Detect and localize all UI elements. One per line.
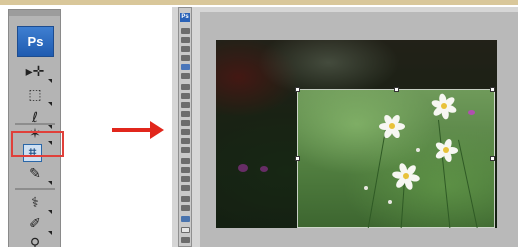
crop-handle-top-left[interactable] xyxy=(295,87,300,92)
crop-handle-left[interactable] xyxy=(295,156,300,161)
pen-tool-icon[interactable] xyxy=(181,158,190,164)
top-strip xyxy=(0,0,518,5)
tool-separator xyxy=(15,188,55,190)
flower-stem xyxy=(400,180,405,228)
marquee-tool-icon[interactable]: ⬚ xyxy=(21,83,52,107)
flower-stem xyxy=(458,139,478,228)
eyedropper-tool-icon[interactable] xyxy=(181,73,190,79)
clone-stamp-tool-icon[interactable] xyxy=(181,102,190,108)
photo-canvas[interactable] xyxy=(216,40,497,228)
ps-logo: Ps xyxy=(17,26,54,57)
eraser-tool-icon[interactable] xyxy=(181,120,190,126)
shape-tool-icon[interactable] xyxy=(181,185,190,191)
flower-stem xyxy=(367,130,386,228)
healing-brush-tool-icon[interactable] xyxy=(181,84,190,90)
type-tool-icon[interactable] xyxy=(181,167,190,173)
flower-bud xyxy=(416,148,420,152)
eyedropper-tool-icon[interactable]: ✎ xyxy=(21,162,52,186)
blur-tool-icon[interactable] xyxy=(181,138,190,144)
flower-stem xyxy=(438,119,451,228)
ps-logo-small: Ps xyxy=(180,13,190,22)
crop-selection[interactable] xyxy=(295,87,495,228)
foreground-color-swatch[interactable] xyxy=(181,216,190,222)
crop-handle-top-right[interactable] xyxy=(490,87,495,92)
move-tool-icon[interactable] xyxy=(181,28,190,34)
crop-tool-icon[interactable] xyxy=(181,64,190,70)
lasso-tool-icon[interactable] xyxy=(181,46,190,52)
tools-panel-zoomed: Ps ▸✛ ⬚ ℓ ✶ ⌗ ✎ ⚕ ✐ ⚲ xyxy=(8,9,61,247)
magic-wand-tool-icon[interactable] xyxy=(181,55,190,61)
zoom-tool-icon[interactable] xyxy=(181,205,190,211)
gradient-tool-icon[interactable] xyxy=(181,129,190,135)
marquee-tool-icon[interactable] xyxy=(181,37,190,43)
purple-flower xyxy=(468,110,475,115)
arrow-head xyxy=(150,121,164,139)
crop-handle-top[interactable] xyxy=(394,87,399,92)
crop-handle-right[interactable] xyxy=(490,156,495,161)
brush-tool-icon[interactable] xyxy=(181,93,190,99)
panel-grip[interactable] xyxy=(9,10,60,16)
hand-tool-icon[interactable] xyxy=(181,196,190,202)
clone-stamp-tool-icon[interactable]: ⚲ xyxy=(21,232,49,247)
move-tool-icon[interactable]: ▸✛ xyxy=(21,60,52,84)
screen-mode-icon[interactable] xyxy=(181,237,190,243)
history-brush-tool-icon[interactable] xyxy=(181,111,190,117)
flower-bud xyxy=(364,186,368,190)
quick-mask-icon[interactable] xyxy=(181,227,190,233)
crop-tool-highlight xyxy=(11,131,64,157)
arrow-right-icon xyxy=(112,128,154,132)
path-selection-tool-icon[interactable] xyxy=(181,176,190,182)
tools-panel: Ps xyxy=(178,7,192,247)
flower-bud xyxy=(388,200,392,204)
dodge-tool-icon[interactable] xyxy=(181,147,190,153)
